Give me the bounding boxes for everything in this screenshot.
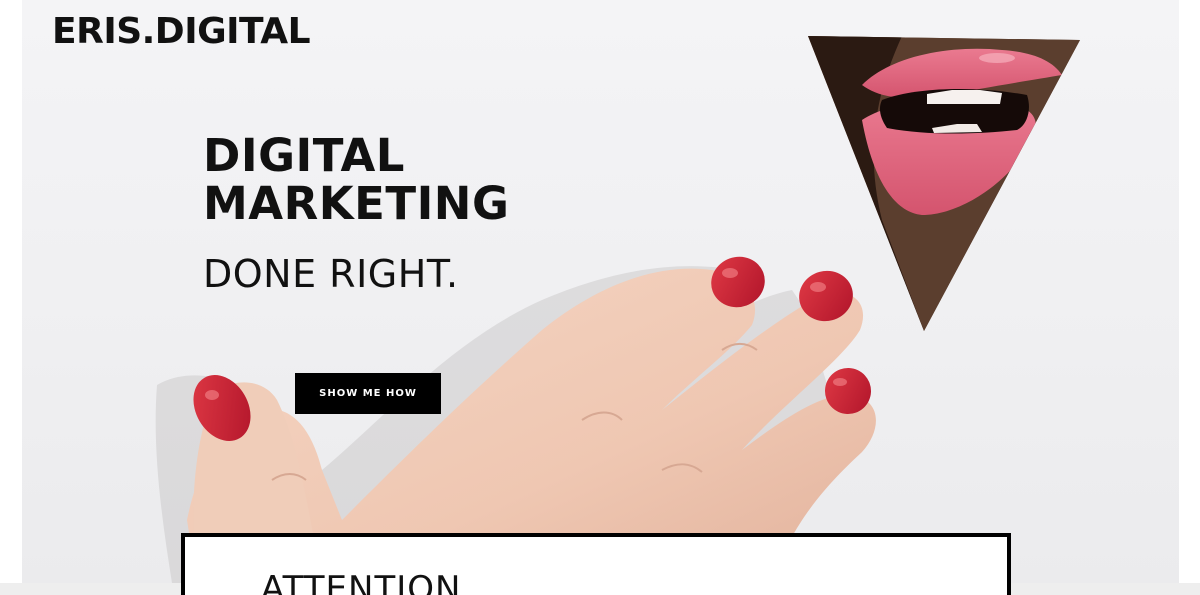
hero-subheadline: DONE RIGHT. — [203, 252, 459, 296]
headline-line-2: MARKETING — [203, 177, 510, 230]
brand-logo[interactable]: ERIS.DIGITAL — [52, 10, 311, 54]
hero-headline: DIGITAL MARKETING — [203, 132, 509, 228]
attention-card: ATTENTION — [181, 533, 1011, 595]
landing-page: ERIS.DIGITAL DIGITAL MARKETING DONE RIGH… — [0, 0, 1200, 595]
hero-photo — [155, 36, 1080, 583]
attention-title: ATTENTION — [261, 569, 462, 595]
headline-line-1: DIGITAL — [203, 129, 405, 182]
hero-section: ERIS.DIGITAL DIGITAL MARKETING DONE RIGH… — [22, 0, 1179, 583]
show-me-how-button[interactable]: SHOW ME HOW — [295, 373, 441, 414]
